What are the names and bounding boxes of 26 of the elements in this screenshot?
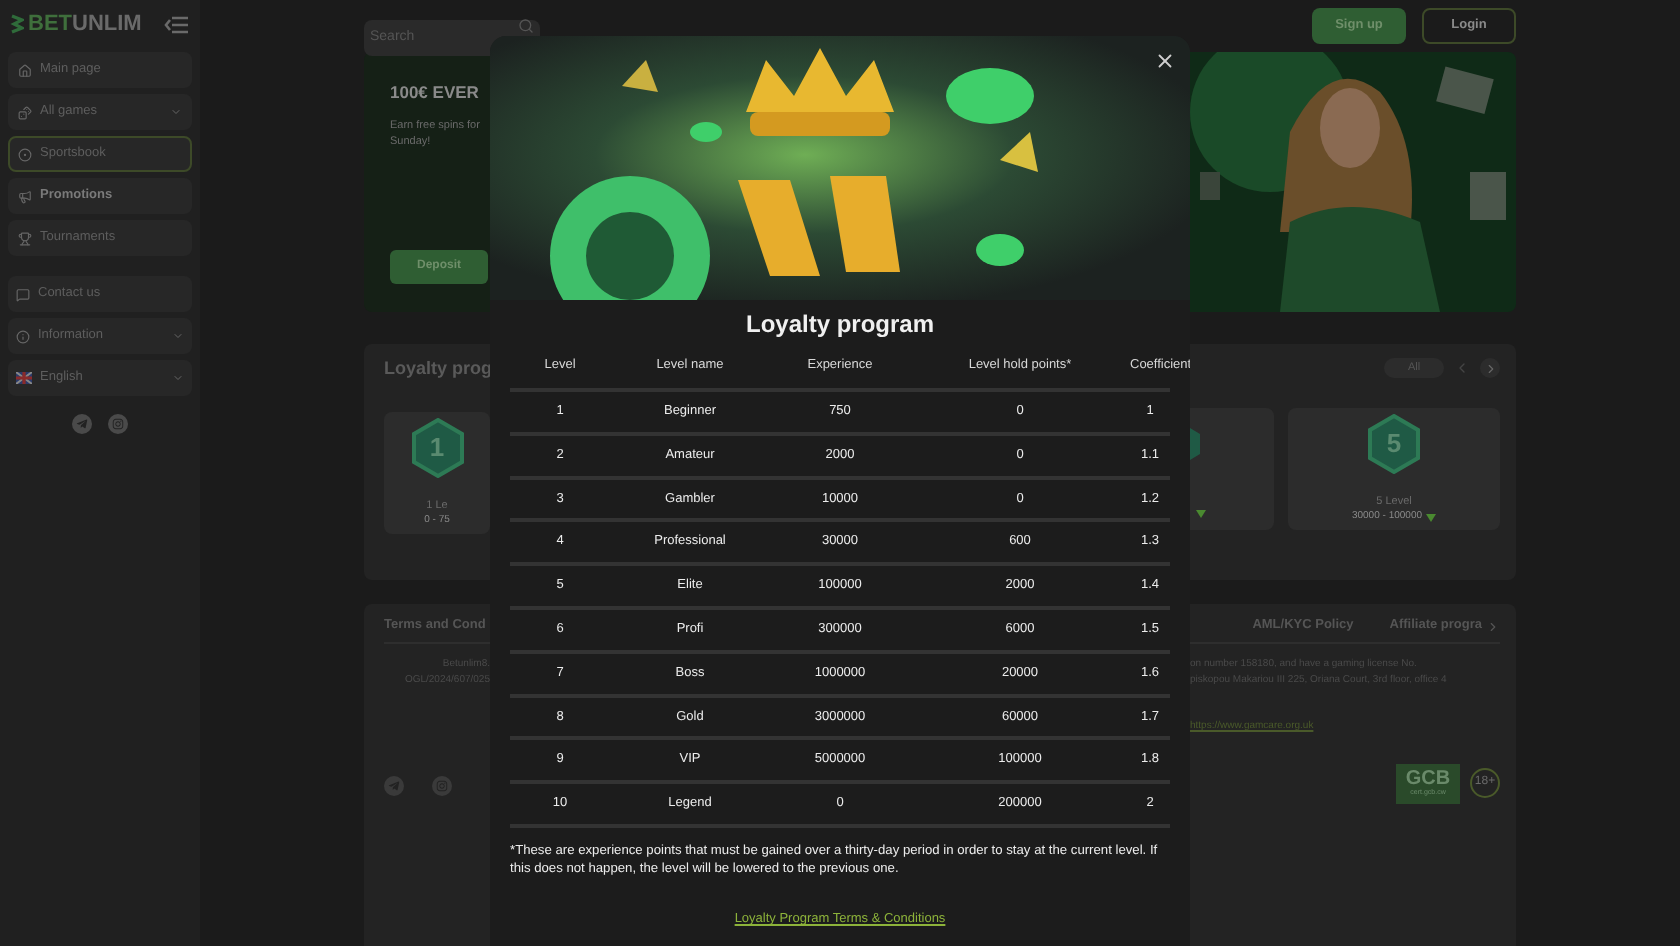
flag-icon	[16, 372, 32, 384]
search-icon	[518, 18, 534, 34]
logo[interactable]: BETUNLIM	[10, 13, 142, 35]
chevron-down-icon	[170, 106, 182, 118]
menu-icon	[18, 63, 32, 77]
telegram-icon[interactable]	[72, 414, 92, 434]
menu-icon	[18, 189, 32, 203]
chevron-down-icon	[172, 372, 184, 384]
chevron-left-icon[interactable]	[1454, 360, 1470, 376]
menu-icon	[18, 147, 32, 161]
chevron-right-icon	[1483, 361, 1497, 375]
menu-icon	[18, 105, 32, 119]
instagram-icon[interactable]	[108, 414, 128, 434]
telegram-icon[interactable]	[384, 776, 404, 796]
next-button[interactable]	[1480, 358, 1500, 378]
chevron-right-icon[interactable]	[1486, 619, 1500, 633]
menu-icon	[16, 329, 30, 343]
level-badge: 1	[411, 417, 463, 477]
promo-title: 100€ EVER	[390, 80, 479, 106]
chevron-down-icon	[172, 330, 184, 342]
collapse-menu-icon[interactable]	[164, 15, 190, 33]
menu-icon	[16, 287, 30, 301]
menu-icon	[18, 231, 32, 245]
dialog-title: Loyalty program	[743, 308, 937, 342]
instagram-icon[interactable]	[432, 776, 452, 796]
level-badge: 5	[1368, 414, 1420, 474]
